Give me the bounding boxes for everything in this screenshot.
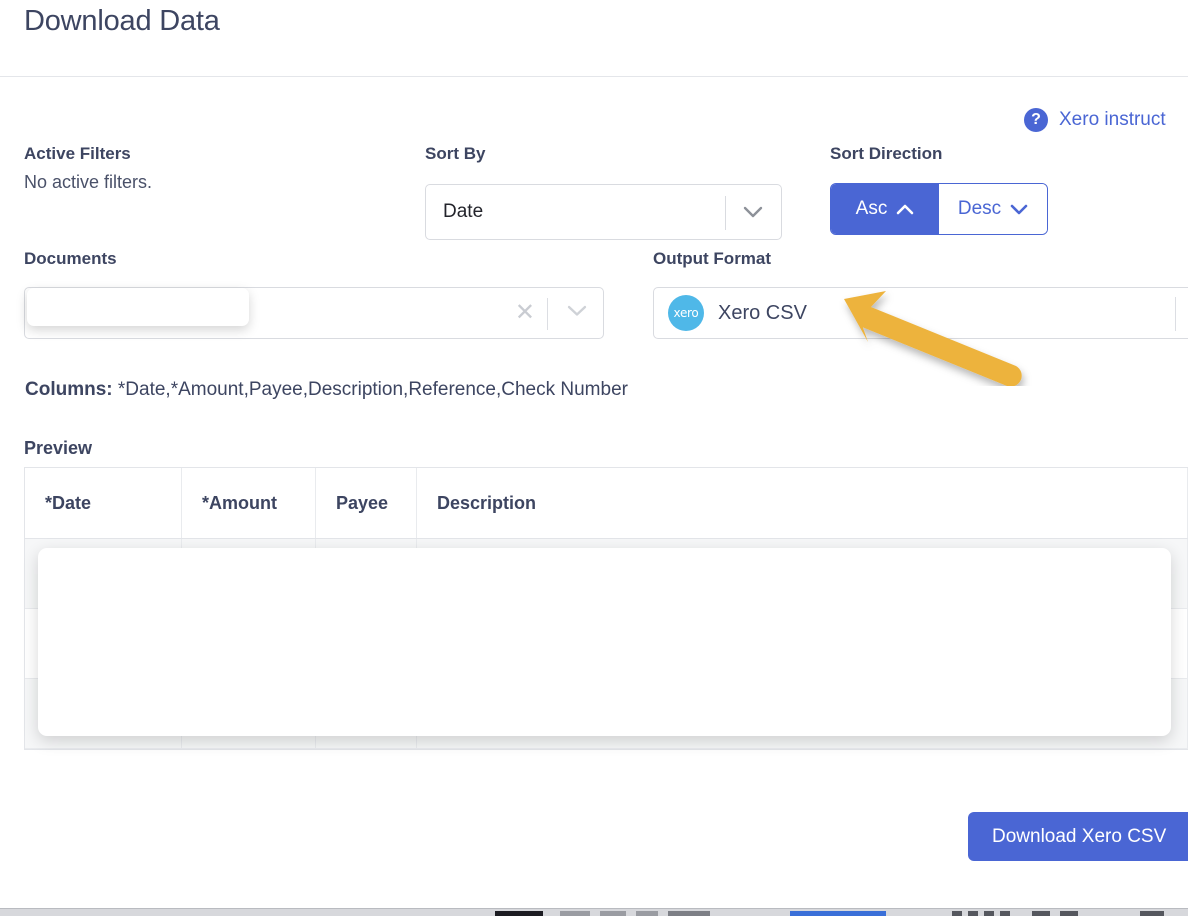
strip-segment [1032,911,1050,916]
download-xero-csv-button[interactable]: Download Xero CSV [968,812,1188,861]
sort-direction-block: Sort Direction Asc Desc [830,144,1048,235]
sort-by-select[interactable]: Date [425,184,782,240]
columns-label: Columns: [25,379,113,400]
bottom-edge-strip [0,908,1188,916]
strip-segment [952,911,962,916]
sort-direction-label: Sort Direction [830,144,943,163]
download-data-page: Download Data ? Xero instruct Active Fil… [0,0,1188,916]
strip-segment [495,911,543,916]
active-filters-block: Active Filters No active filters. [24,144,152,193]
xero-logo-icon: xero [668,295,704,331]
strip-segment [600,911,626,916]
close-x-icon[interactable]: ✕ [515,301,535,325]
strip-segment [1140,911,1164,916]
select-divider [1175,297,1176,331]
output-format-block: Output Format xero Xero CSV [653,249,1188,339]
strip-segment [668,911,710,916]
sort-by-label: Sort By [425,144,486,163]
strip-segment [968,911,978,916]
output-format-select[interactable]: xero Xero CSV [653,287,1188,339]
documents-label: Documents [24,249,117,268]
column-header-description: Description [417,468,1188,538]
sort-direction-asc-label: Asc [855,198,888,219]
preview-table-header-row: *Date *Amount Payee Description [25,468,1188,539]
xero-instructions-link[interactable]: ? Xero instruct [1024,108,1166,132]
xero-instructions-label: Xero instruct [1059,109,1166,130]
floating-overlay-tag [27,288,249,326]
strip-segment [636,911,658,916]
columns-value: *Date,*Amount,Payee,Description,Referenc… [117,379,628,400]
sort-by-block: Sort By Date [425,144,782,240]
column-header-amount: *Amount [182,468,316,538]
page-header: Download Data [0,0,1188,77]
strip-segment [984,911,994,916]
strip-segment [1000,911,1010,916]
select-divider [547,298,548,330]
floating-overlay-panel [38,548,1171,736]
sort-direction-toggle[interactable]: Asc Desc [830,183,1048,235]
sort-direction-desc-label: Desc [957,198,1002,219]
strip-segment [1060,911,1078,916]
strip-segment [560,911,590,916]
chevron-down-icon[interactable] [567,304,587,322]
select-divider [725,196,726,230]
chevron-up-icon [896,204,914,215]
active-filters-label: Active Filters [24,144,131,163]
column-header-date: *Date [25,468,182,538]
preview-label: Preview [24,438,93,458]
columns-line: Columns: *Date,*Amount,Payee,Description… [25,379,628,401]
column-header-payee: Payee [316,468,417,538]
question-mark-circle-icon: ? [1024,108,1048,132]
strip-segment [790,911,886,916]
sort-direction-desc-button[interactable]: Desc [939,184,1047,234]
page-title: Download Data [24,5,220,37]
sort-by-value: Date [443,201,484,222]
chevron-down-icon[interactable] [742,201,764,223]
active-filters-value: No active filters. [24,172,153,192]
sort-direction-asc-button[interactable]: Asc [831,184,939,234]
output-format-value: Xero CSV [718,301,807,324]
output-format-label: Output Format [653,249,772,268]
chevron-down-icon [1010,204,1028,215]
